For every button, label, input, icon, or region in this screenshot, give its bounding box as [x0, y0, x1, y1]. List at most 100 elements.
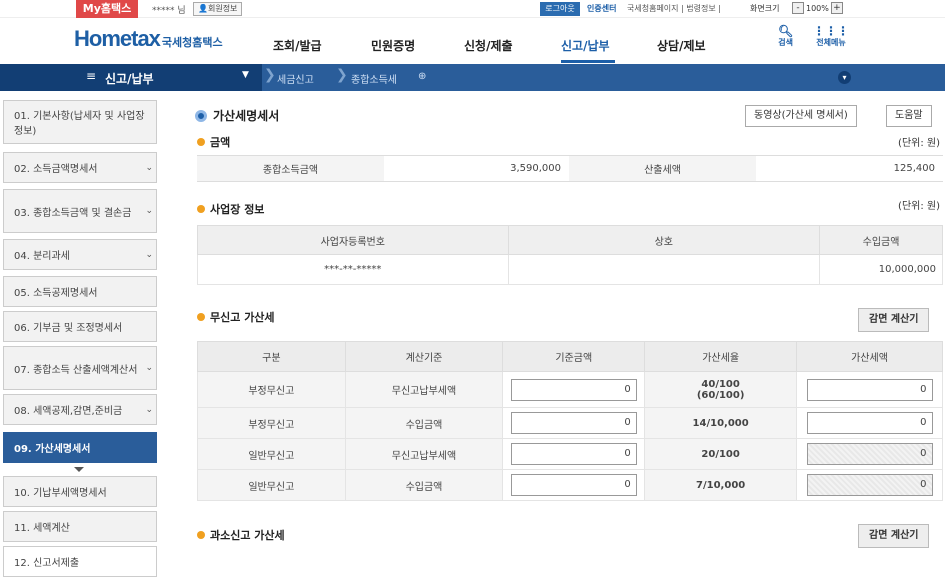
sidebar: 01. 기본사항(납세자 및 사업장정보) 02. 소득금액명세서 ⌄ 03. 종…	[0, 97, 160, 577]
unit-label: (단위: 원)	[898, 138, 940, 149]
penalty-tax-input-disabled: 0	[806, 474, 933, 496]
penalty-basis: 무신고납부세액	[344, 438, 504, 470]
table-header-row: 사업자등록번호 상호 수입금액	[197, 225, 943, 255]
reduction-calculator-button[interactable]: 감면 계산기	[858, 308, 930, 332]
penalty-rate: 40/100 (60/100)	[644, 371, 798, 408]
penalty-tax-input-disabled: 0	[806, 443, 933, 465]
column-header: 상호	[507, 225, 821, 255]
breadcrumb-add-icon[interactable]: ⊕	[418, 71, 426, 82]
utility-bar: My홈택스 ***** 님 👤회원정보 로그아웃 인증센터 국세청홈페이지 | …	[0, 0, 945, 18]
table-row: 부정무신고 수입금액 0 14/10,000 0	[197, 407, 943, 439]
column-header: 가산세액	[796, 341, 943, 372]
reduction-calculator-button[interactable]: 감면 계산기	[858, 524, 930, 548]
breadcrumb-tax-report[interactable]: 세금신고	[277, 71, 314, 86]
zoom-in-button[interactable]: +	[830, 2, 843, 14]
sidebar-item-submit[interactable]: 12. 신고서제출	[3, 546, 157, 577]
main-content: 가산세명세서 동영상(가산세 명세서) 도움말 금액 (단위: 원) 종합소득금…	[195, 97, 945, 558]
chevron-down-icon: ⌄	[145, 404, 153, 415]
chevron-down-icon: ⌄	[145, 206, 153, 216]
logout-button[interactable]: 로그아웃	[540, 2, 580, 16]
nav-certificate[interactable]: 민원증명	[371, 37, 415, 54]
business-name	[507, 254, 821, 285]
sidebar-item-tax-credit[interactable]: 08. 세액공제,감면,준비금 ⌄	[3, 394, 157, 425]
zoom-out-button[interactable]: -	[792, 2, 804, 14]
table-row: ***-**-***** 10,000,000	[197, 254, 943, 285]
penalty-tax-input[interactable]: 0	[806, 412, 933, 434]
location-expand-icon[interactable]: ▾	[838, 71, 851, 84]
chevron-down-icon: ⌄	[145, 162, 153, 173]
nav-apply[interactable]: 신청/제출	[464, 37, 513, 54]
zoom-control: - 100% +	[792, 2, 843, 14]
column-header: 기준금액	[502, 341, 646, 372]
base-amount-cell: 0	[502, 438, 646, 470]
active-nav-underline	[561, 60, 615, 63]
penalty-type: 일반무신고	[197, 438, 346, 470]
table-row: 일반무신고 무신고납부세액 0 20/100 0	[197, 438, 943, 470]
my-hometax-button[interactable]: My홈택스	[76, 0, 138, 18]
nav-consult[interactable]: 상담/제보	[657, 37, 706, 54]
sidebar-item-basic-info[interactable]: 01. 기본사항(납세자 및 사업장정보)	[3, 100, 157, 144]
penalty-type: 부정무신고	[197, 407, 346, 439]
column-header: 사업자등록번호	[197, 225, 509, 255]
table-row: 종합소득금액 3,590,000 산출세액 125,400	[197, 155, 943, 182]
section-title-amount: 금액	[197, 134, 230, 150]
search-icon: 🔍︎	[778, 24, 794, 38]
amount-table: 종합소득금액 3,590,000 산출세액 125,400	[197, 155, 943, 182]
sidebar-item-prepaid-tax[interactable]: 10. 기납부세액명세서	[3, 476, 157, 507]
nav-inquiry[interactable]: 조회/발급	[273, 37, 322, 54]
column-header: 가산세율	[644, 341, 798, 372]
chevron-down-icon: ⌄	[145, 363, 153, 373]
penalty-basis: 수입금액	[344, 407, 504, 439]
sidebar-item-calculated-tax[interactable]: 07. 종합소득 산출세액계산서 ⌄	[3, 346, 157, 390]
sidebar-item-donation[interactable]: 06. 기부금 및 조정명세서	[3, 311, 157, 342]
section-bullet-icon	[197, 138, 205, 146]
penalty-rate: 7/10,000	[644, 469, 798, 501]
sidebar-item-separate-tax[interactable]: 04. 분리과세 ⌄	[3, 239, 157, 270]
table-row: 부정무신고 무신고납부세액 0 40/100 (60/100) 0	[197, 371, 943, 408]
video-guide-button[interactable]: 동영상(가산세 명세서)	[745, 105, 857, 127]
help-button[interactable]: 도움말	[886, 105, 932, 127]
section-title-nonfiling: 무신고 가산세	[197, 309, 275, 325]
sidebar-item-penalty-tax[interactable]: 09. 가산세명세서	[3, 432, 157, 463]
revenue-amount: 10,000,000	[819, 254, 943, 285]
base-amount-input[interactable]: 0	[510, 443, 637, 465]
grid-icon: ⋮⋮⋮	[813, 24, 849, 38]
penalty-tax-input[interactable]: 0	[806, 378, 933, 401]
breadcrumb-separator-icon: ❯	[264, 67, 276, 83]
search-button[interactable]: 🔍︎ 검색	[778, 25, 793, 48]
user-info-button[interactable]: 👤회원정보	[193, 2, 243, 16]
all-menu-button[interactable]: ⋮⋮⋮ 전체메뉴	[813, 25, 849, 48]
breadcrumb-income-tax[interactable]: 종합소득세	[351, 71, 397, 86]
util-links[interactable]: 국세청홈페이지 | 법령정보 |	[627, 3, 721, 14]
hometax-logo[interactable]: Hometax 국세청홈택스	[74, 26, 223, 52]
penalty-basis: 수입금액	[344, 469, 504, 501]
base-amount-input[interactable]: 0	[510, 412, 637, 434]
location-menu-dropdown[interactable]: ≡ 신고/납부 ▼	[0, 64, 262, 91]
calculated-tax-label: 산출세액	[569, 155, 756, 182]
base-amount-cell: 0	[502, 469, 646, 501]
sidebar-item-deduction[interactable]: 05. 소득공제명세서	[3, 276, 157, 307]
sidebar-item-income-statement[interactable]: 02. 소득금액명세서 ⌄	[3, 152, 157, 183]
income-label: 종합소득금액	[197, 155, 384, 182]
zoom-level: 100%	[806, 3, 829, 13]
nav-report-pay[interactable]: 신고/납부	[561, 37, 610, 54]
username: ***** 님	[152, 6, 186, 16]
sidebar-item-tax-calc[interactable]: 11. 세액계산	[3, 511, 157, 542]
section-title-underreport: 과소신고 가산세	[197, 527, 285, 543]
base-amount-input[interactable]: 0	[510, 474, 637, 496]
section-bullet-icon	[197, 531, 205, 539]
base-amount-cell: 0	[502, 371, 646, 408]
unit-label: (단위: 원)	[898, 201, 940, 212]
income-value: 3,590,000	[384, 155, 569, 182]
hamburger-icon: ≡	[86, 69, 97, 83]
breadcrumb-separator-icon: ❯	[336, 67, 348, 83]
cert-center-link[interactable]: 인증센터	[587, 3, 616, 14]
sidebar-item-total-income[interactable]: 03. 종합소득금액 및 결손금 ⌄	[3, 189, 157, 233]
calculated-tax-value: 125,400	[756, 155, 943, 182]
business-reg-number: ***-**-*****	[197, 254, 509, 285]
column-header: 구분	[197, 341, 346, 372]
header: Hometax 국세청홈택스 조회/발급 민원증명 신청/제출 신고/납부 상담…	[0, 18, 945, 64]
section-title-business: 사업장 정보	[197, 201, 264, 217]
base-amount-input[interactable]: 0	[510, 378, 637, 401]
penalty-rate: 20/100	[644, 438, 798, 470]
